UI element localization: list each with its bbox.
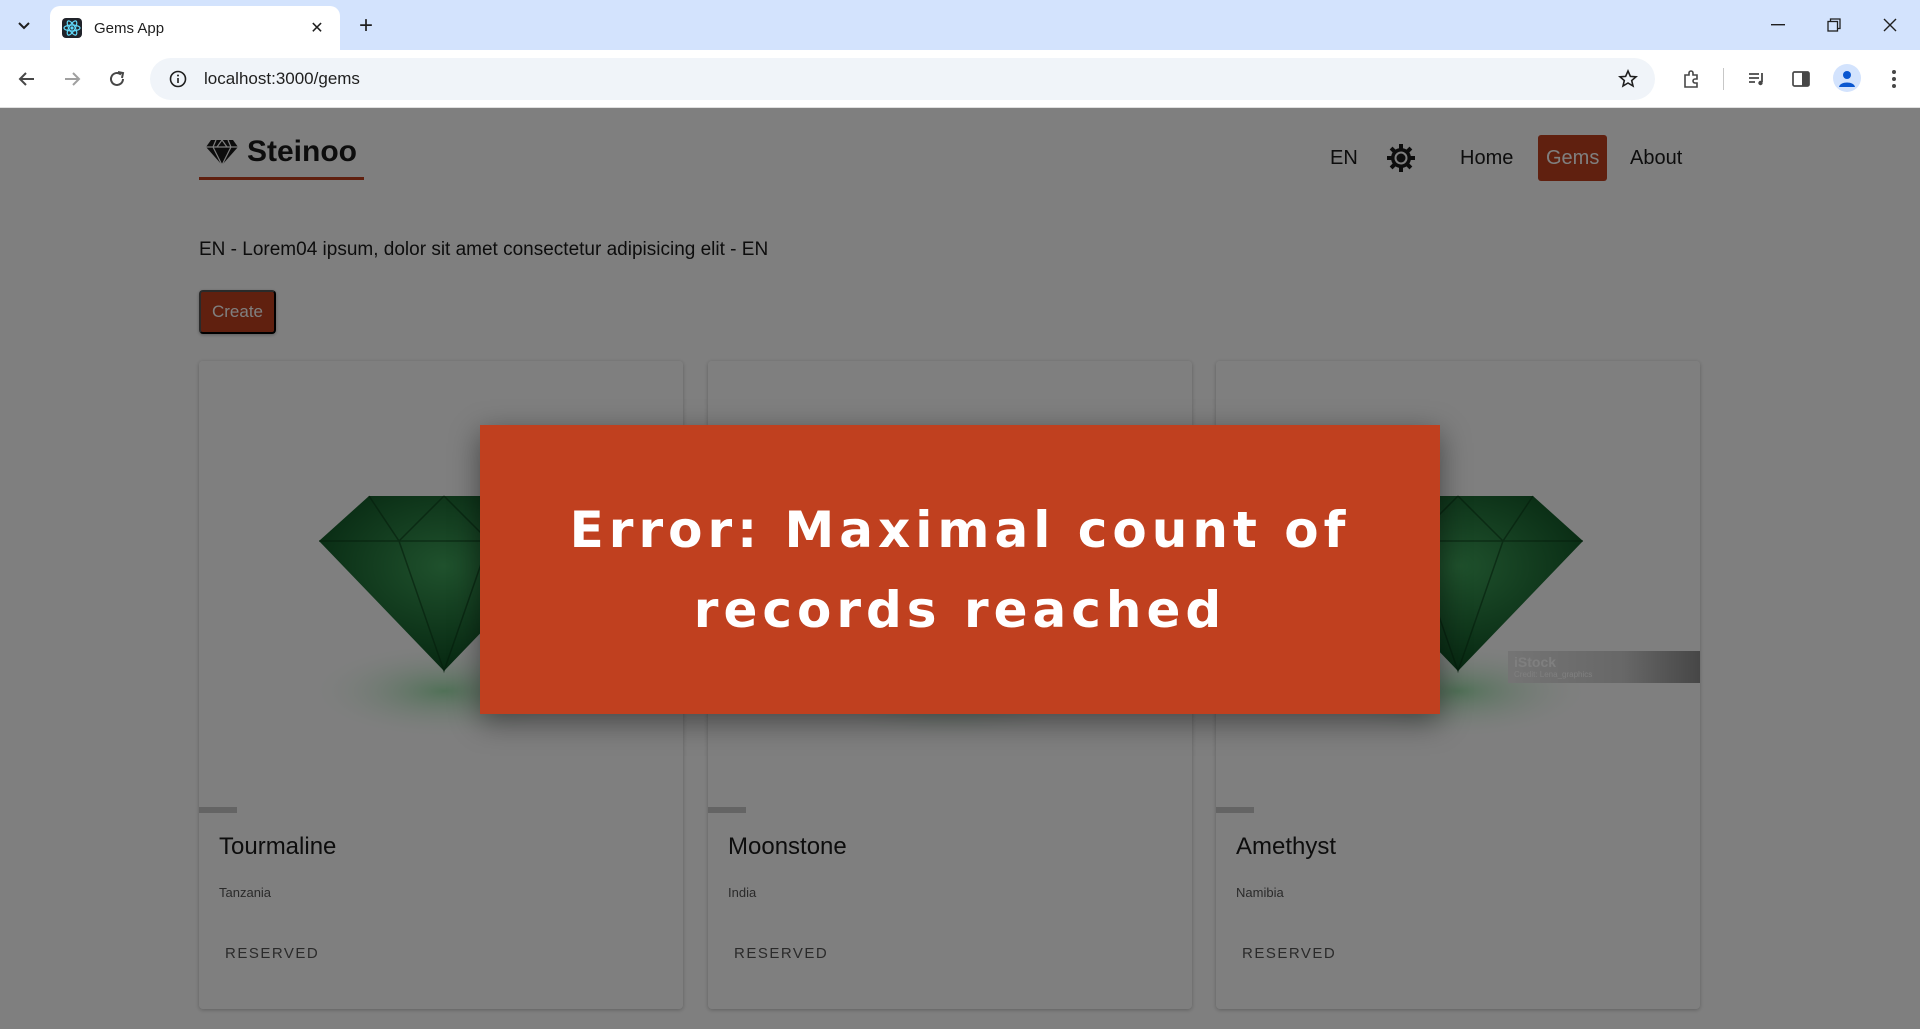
error-message: Error: Maximal count of records reached bbox=[569, 500, 1351, 639]
browser-tabstrip: Gems App ✕ + bbox=[0, 0, 1920, 50]
minimize-icon[interactable] bbox=[1750, 0, 1806, 50]
tab-title: Gems App bbox=[94, 19, 165, 37]
profile-avatar-icon[interactable] bbox=[1833, 64, 1861, 92]
url-text: localhost:3000/gems bbox=[204, 69, 360, 88]
react-icon bbox=[62, 18, 82, 38]
browser-tab[interactable]: Gems App ✕ bbox=[50, 6, 340, 50]
media-controls-icon[interactable] bbox=[1742, 64, 1772, 94]
tab-close-icon[interactable]: ✕ bbox=[306, 17, 328, 39]
window-close-icon[interactable] bbox=[1862, 0, 1918, 50]
tab-search-chevron-icon[interactable] bbox=[10, 12, 38, 40]
bookmark-star-icon[interactable] bbox=[1617, 68, 1639, 90]
browser-menu-icon[interactable] bbox=[1879, 64, 1909, 94]
extensions-icon[interactable] bbox=[1676, 64, 1706, 94]
side-panel-icon[interactable] bbox=[1786, 64, 1816, 94]
new-tab-icon[interactable]: + bbox=[352, 12, 380, 40]
address-bar[interactable]: localhost:3000/gems bbox=[150, 58, 1655, 100]
browser-toolbar: localhost:3000/gems bbox=[0, 50, 1920, 108]
back-arrow-icon[interactable] bbox=[12, 64, 42, 94]
toolbar-divider bbox=[1723, 68, 1724, 90]
restore-icon[interactable] bbox=[1806, 0, 1862, 50]
site-info-icon[interactable] bbox=[168, 69, 188, 89]
forward-arrow-icon[interactable] bbox=[57, 64, 87, 94]
reload-icon[interactable] bbox=[102, 64, 132, 94]
error-dialog: Error: Maximal count of records reached bbox=[480, 425, 1440, 714]
